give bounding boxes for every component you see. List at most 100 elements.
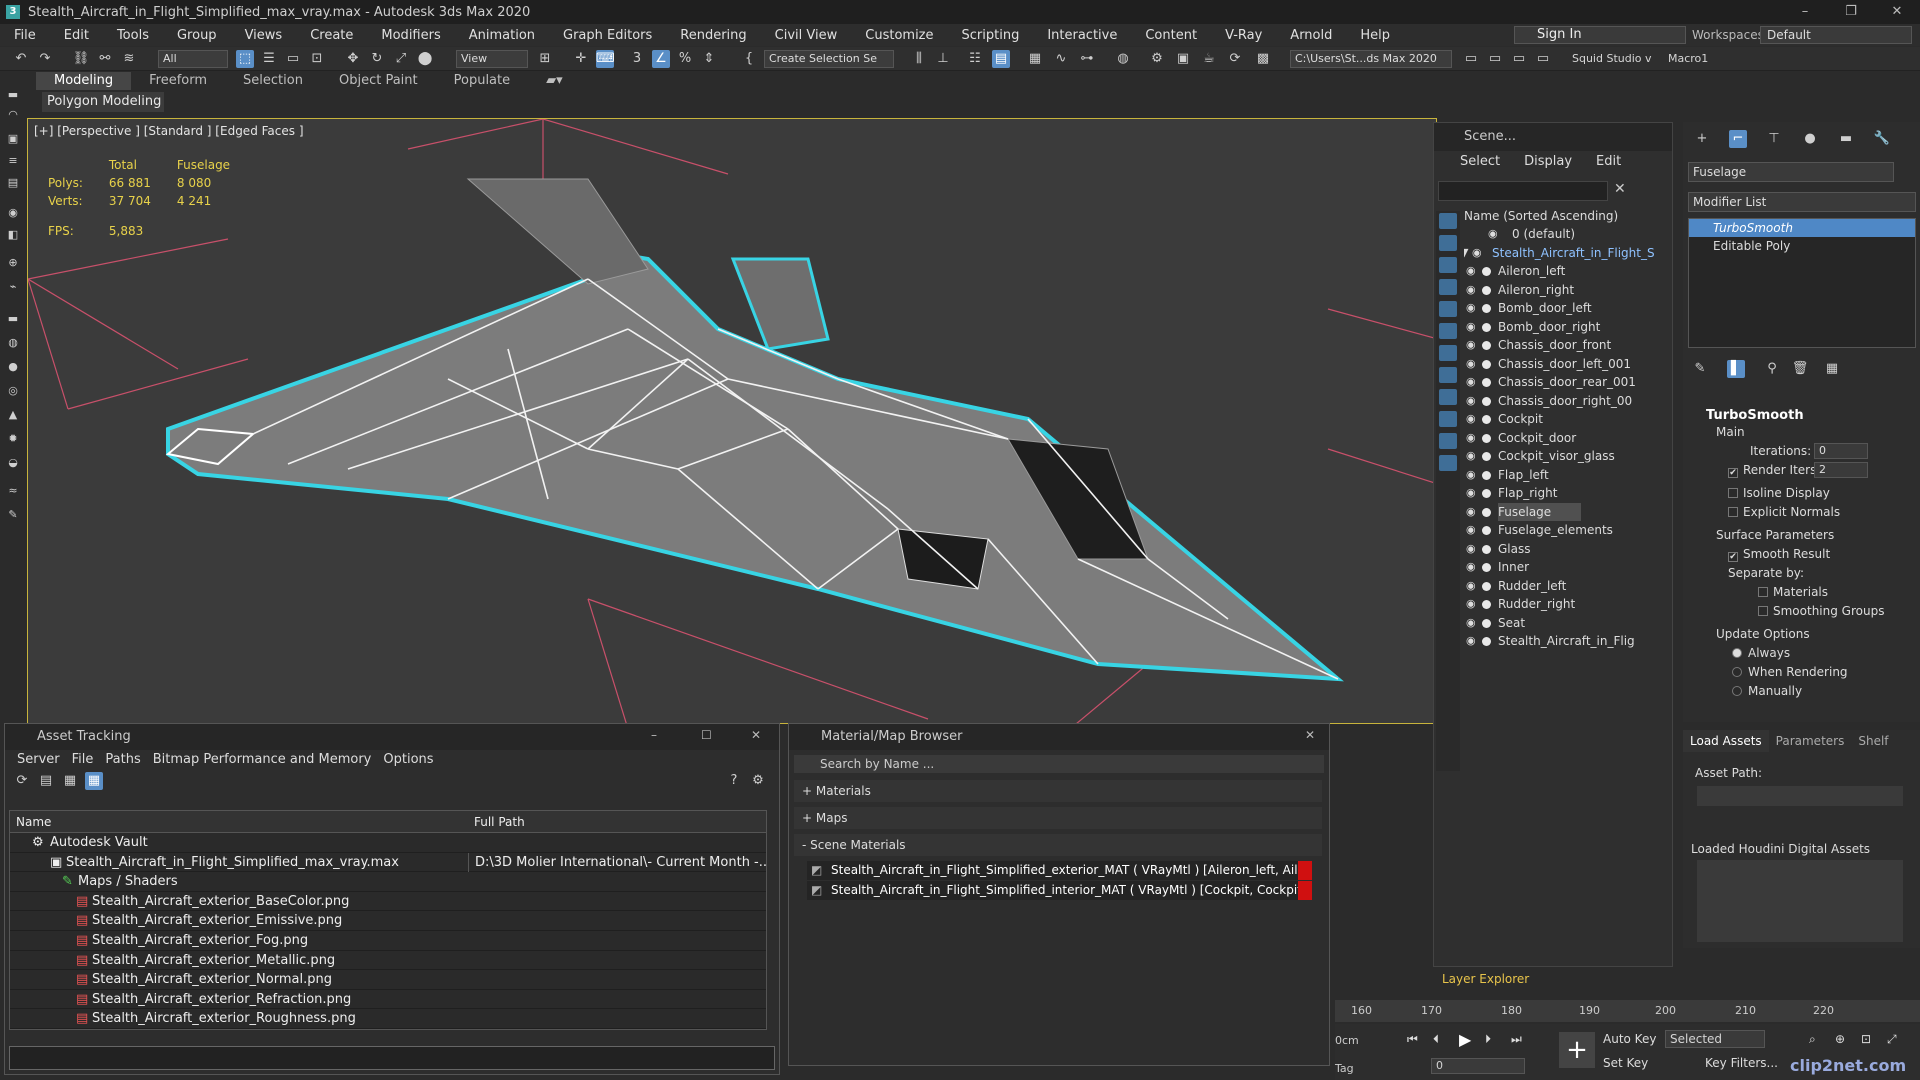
smoothing-groups-checkbox[interactable] [1758,606,1768,616]
filter-frozen-icon[interactable] [1439,433,1457,449]
smoothing-groups-row[interactable]: Smoothing Groups [1688,602,1916,621]
redo-icon[interactable]: ↷ [36,50,54,68]
toggle-layer-explorer-icon[interactable]: ▤ [992,50,1010,68]
close-icon[interactable]: ✕ [1874,0,1920,24]
curve-editor-icon[interactable]: ∿ [1052,50,1070,68]
filter-helpers-icon[interactable] [1439,301,1457,317]
help-icon[interactable]: ? [725,772,743,790]
create-panel-icon[interactable]: ▣ [5,132,21,146]
render-iters-spinner[interactable]: 2 [1814,462,1868,478]
menu-file[interactable]: File [0,28,50,43]
scene-item[interactable]: ◉ Cockpit_visor_glass [1464,447,1670,466]
cylinder-icon[interactable]: ◍ [5,336,21,350]
display-tab-icon[interactable]: ▬ [1837,130,1855,148]
project-folder-icon[interactable]: ▭ [1462,50,1480,68]
scene-item[interactable]: ◉ Fuselage_elements [1464,521,1670,540]
scene-search-input[interactable] [1438,181,1608,201]
link-icon[interactable]: ⛓ [72,50,90,68]
section-maps[interactable]: + Maps [794,807,1322,829]
eye-icon[interactable]: ◉ [1466,373,1476,392]
eye-icon[interactable]: ◉ [1466,577,1476,596]
zoom-all-icon[interactable]: ⊕ [1835,1032,1845,1046]
table-row[interactable]: ▤ Stealth_Aircraft_exterior_Normal.png [10,970,766,990]
eye-icon[interactable]: ◉ [1466,521,1476,540]
rudder-right[interactable] [730,257,830,351]
torus-icon[interactable]: ◎ [5,384,21,398]
asset-menu-file[interactable]: File [66,750,100,770]
explicit-normals-checkbox[interactable] [1728,507,1738,517]
scene-item[interactable]: ◉ Bomb_door_right [1464,318,1670,337]
squid-studio-button[interactable]: Squid Studio v [1572,50,1652,68]
save-project-icon[interactable]: ▭ [1486,50,1504,68]
list-view-icon[interactable]: ▤ [37,772,55,790]
asset-maximize-icon[interactable]: ☐ [701,728,712,742]
explicit-normals-row[interactable]: Explicit Normals [1688,503,1916,522]
percent-snap-icon[interactable]: % [676,50,694,68]
modifier-list-dropdown[interactable]: Modifier List [1688,192,1916,212]
eye-icon[interactable]: ◉ [1488,225,1498,244]
menu-arnold[interactable]: Arnold [1276,28,1346,43]
materials-checkbox[interactable] [1758,587,1768,597]
eye-icon[interactable]: ◉ [1466,262,1476,281]
menu-civil-view[interactable]: Civil View [761,28,852,43]
menu-modifiers[interactable]: Modifiers [367,28,454,43]
toggle-ribbon-icon[interactable]: ▦ [1026,50,1044,68]
modify-tab-icon[interactable]: ⌐ [1729,130,1747,148]
angle-snap-icon[interactable]: ∠ [652,50,670,68]
table-row[interactable]: ⚙ Autodesk Vault [10,833,766,853]
bomb-door[interactable] [897,528,989,590]
scene-item[interactable]: ◉ Bomb_door_left [1464,299,1670,318]
render-production-icon[interactable]: ☕ [1200,50,1218,68]
perspective-viewport[interactable]: [+] [Perspective ] [Standard ] [Edged Fa… [27,118,1437,724]
waves-icon[interactable]: ≈ [5,484,21,498]
when-rendering-row[interactable]: When Rendering [1688,663,1916,682]
eye-icon[interactable]: ◉ [1466,281,1476,300]
rollout-title[interactable]: TurboSmooth [1688,408,1916,423]
edit-named-selection-icon[interactable]: { [740,50,758,68]
scene-item[interactable]: ◉ Chassis_door_right_00 [1464,392,1670,411]
stack-item-editable-poly[interactable]: Editable Poly [1689,237,1915,255]
filter-bones-icon[interactable] [1439,389,1457,405]
rect-selection-icon[interactable]: ▭ [284,50,302,68]
box-icon[interactable]: ▬ [5,312,21,326]
sphere-icon[interactable]: ● [5,360,21,374]
eye-icon[interactable]: ◉ [1466,336,1476,355]
scene-menu-select[interactable]: Select [1448,151,1512,173]
ribbon-options-icon[interactable]: ▰▾ [528,72,581,90]
polygon-modeling-panel[interactable]: Polygon Modeling [42,92,164,112]
menu-rendering[interactable]: Rendering [666,28,760,43]
filter-spacewarps-icon[interactable] [1439,323,1457,339]
eye-icon[interactable]: ◉ [1466,558,1476,577]
import-icon[interactable]: ▭ [1534,50,1552,68]
iterations-spinner[interactable]: 0 [1814,443,1868,459]
eye-icon[interactable]: ◉ [1466,410,1476,429]
eye-icon[interactable]: ◉ [1466,503,1476,522]
render-iters-checkbox[interactable]: ✔ [1728,468,1738,478]
scene-item[interactable]: ◉ Aileron_right [1464,281,1670,300]
zoom-icon[interactable]: ⌕ [1809,1032,1816,1047]
materials-row[interactable]: Materials [1688,583,1916,602]
eye-icon[interactable]: ◉ [1466,299,1476,318]
scene-item[interactable]: ◉ Rudder_right [1464,595,1670,614]
asset-menu-server[interactable]: Server [11,750,66,770]
scale-icon[interactable]: ⤢ [392,50,410,68]
eye-icon[interactable]: ◉ [1466,355,1476,374]
show-end-result-icon[interactable]: ▌ [1727,360,1745,378]
unlink-icon[interactable]: ⚯ [96,50,114,68]
fuselage-hull[interactable] [166,251,1344,682]
export-icon[interactable]: ▭ [1510,50,1528,68]
scene-layer-default[interactable]: ◉ 0 (default) [1464,225,1670,244]
isoline-row[interactable]: Isoline Display [1688,484,1916,503]
ref-coord-dropdown[interactable]: View [456,50,528,68]
align-icon[interactable]: ⊥ [934,50,952,68]
key-mode-dropdown[interactable]: Selected [1665,1030,1765,1048]
pivot-icon[interactable]: ⊞ [536,50,554,68]
zoom-extents-icon[interactable]: ⊡ [1861,1032,1871,1046]
filter-shapes-icon[interactable] [1439,235,1457,251]
settings-icon[interactable]: ⚙ [749,772,767,790]
clear-search-icon[interactable]: ✕ [1614,181,1626,197]
set-key-icon[interactable]: + [1559,1032,1595,1068]
workspaces-dropdown[interactable]: Default [1760,26,1912,44]
scene-root-object[interactable]: ▼ ◉ Stealth_Aircraft_in_Flight_S [1464,244,1670,263]
filter-lights-icon[interactable] [1439,257,1457,273]
